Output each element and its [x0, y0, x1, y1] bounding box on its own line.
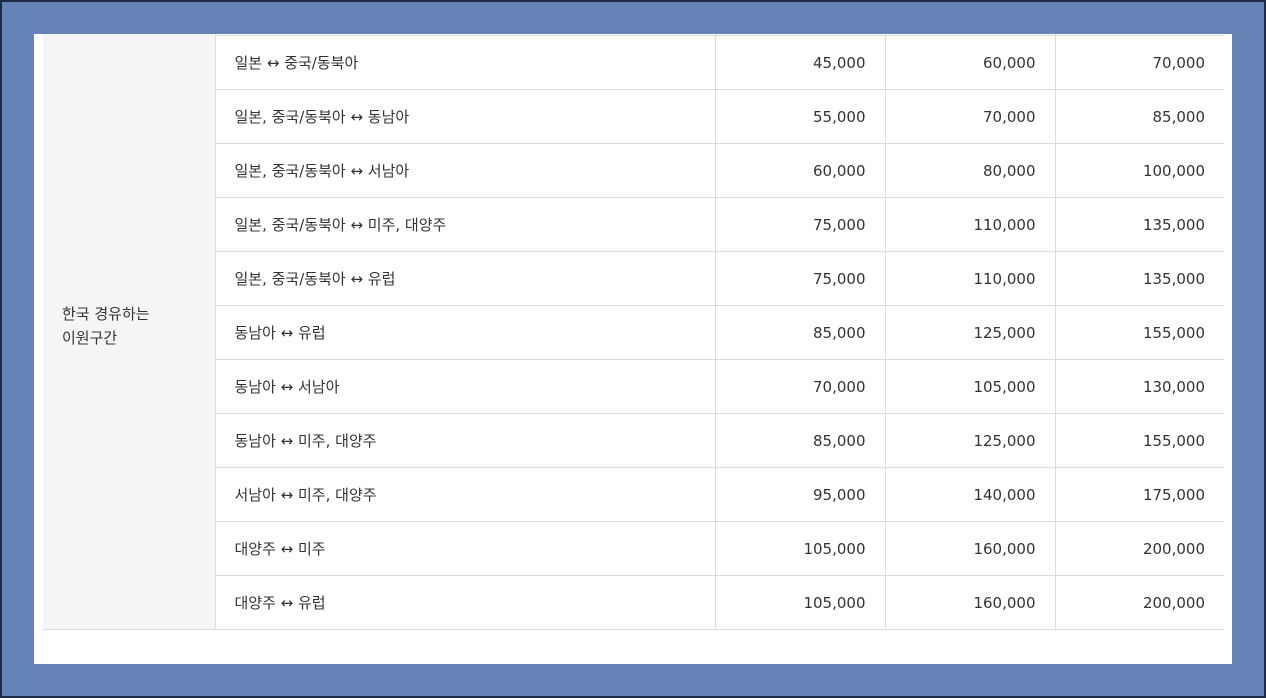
table-row: 일본, 중국/동북아 ↔ 유럽 75,000 110,000 135,000: [43, 251, 1224, 306]
fare-value-cell: 75,000: [714, 251, 886, 306]
fare-value-cell: 105,000: [884, 359, 1056, 414]
route-cell: 동남아 ↔ 서남아: [214, 359, 716, 414]
route-cell: 서남아 ↔ 미주, 대양주: [214, 467, 716, 522]
fare-value-cell: 100,000: [1054, 143, 1224, 198]
table-row: 일본, 중국/동북아 ↔ 동남아 55,000 70,000 85,000: [43, 89, 1224, 144]
fare-value-cell: 60,000: [884, 35, 1056, 90]
fare-value-cell: 105,000: [714, 521, 886, 576]
fare-value-cell: 110,000: [884, 197, 1056, 252]
content-panel: 한국 경유하는 이원구간 일본 ↔ 중국/동북아 45,000 60,000 70,00…: [34, 34, 1232, 664]
fare-value-cell: 80,000: [884, 143, 1056, 198]
fare-value-cell: 125,000: [884, 305, 1056, 360]
fare-value-cell: 75,000: [714, 197, 886, 252]
fare-value-cell: 95,000: [714, 467, 886, 522]
fare-value-cell: 135,000: [1054, 197, 1224, 252]
fare-value-cell: 125,000: [884, 413, 1056, 468]
route-cell: 동남아 ↔ 미주, 대양주: [214, 413, 716, 468]
fare-value-cell: 160,000: [884, 575, 1056, 630]
route-cell: 일본, 중국/동북아 ↔ 유럽: [214, 251, 716, 306]
fare-value-cell: 155,000: [1054, 305, 1224, 360]
route-cell: 일본, 중국/동북아 ↔ 미주, 대양주: [214, 197, 716, 252]
fare-value-cell: 135,000: [1054, 251, 1224, 306]
fare-table: 한국 경유하는 이원구간 일본 ↔ 중국/동북아 45,000 60,000 70,00…: [43, 34, 1224, 630]
table-row: 동남아 ↔ 미주, 대양주 85,000 125,000 155,000: [43, 413, 1224, 468]
route-cell: 일본, 중국/동북아 ↔ 서남아: [214, 143, 716, 198]
fare-value-cell: 85,000: [714, 305, 886, 360]
fare-value-cell: 140,000: [884, 467, 1056, 522]
fare-value-cell: 45,000: [714, 35, 886, 90]
fare-value-cell: 155,000: [1054, 413, 1224, 468]
fare-value-cell: 130,000: [1054, 359, 1224, 414]
table-row: 일본, 중국/동북아 ↔ 미주, 대양주 75,000 110,000 135,000: [43, 197, 1224, 252]
fare-value-cell: 110,000: [884, 251, 1056, 306]
fare-value-cell: 200,000: [1054, 521, 1224, 576]
route-cell: 대양주 ↔ 유럽: [214, 575, 716, 630]
fare-value-cell: 200,000: [1054, 575, 1224, 630]
fare-value-cell: 105,000: [714, 575, 886, 630]
table-row: 서남아 ↔ 미주, 대양주 95,000 140,000 175,000: [43, 467, 1224, 522]
table-row: 동남아 ↔ 유럽 85,000 125,000 155,000: [43, 305, 1224, 360]
table-row: 대양주 ↔ 유럽 105,000 160,000 200,000: [43, 575, 1224, 630]
fare-value-cell: 60,000: [714, 143, 886, 198]
route-cell: 동남아 ↔ 유럽: [214, 305, 716, 360]
table-row: 동남아 ↔ 서남아 70,000 105,000 130,000: [43, 359, 1224, 414]
fare-value-cell: 70,000: [1054, 35, 1224, 90]
group-label: 한국 경유하는 이원구간: [43, 34, 216, 630]
route-cell: 대양주 ↔ 미주: [214, 521, 716, 576]
fare-value-cell: 70,000: [884, 89, 1056, 144]
fare-value-cell: 55,000: [714, 89, 886, 144]
table-row: 일본, 중국/동북아 ↔ 서남아 60,000 80,000 100,000: [43, 143, 1224, 198]
fare-value-cell: 160,000: [884, 521, 1056, 576]
route-cell: 일본, 중국/동북아 ↔ 동남아: [214, 89, 716, 144]
table-row: 일본 ↔ 중국/동북아 45,000 60,000 70,000: [43, 35, 1224, 90]
table-row: 대양주 ↔ 미주 105,000 160,000 200,000: [43, 521, 1224, 576]
route-cell: 일본 ↔ 중국/동북아: [214, 35, 716, 90]
fare-value-cell: 175,000: [1054, 467, 1224, 522]
fare-value-cell: 85,000: [714, 413, 886, 468]
fare-value-cell: 70,000: [714, 359, 886, 414]
fare-value-cell: 85,000: [1054, 89, 1224, 144]
